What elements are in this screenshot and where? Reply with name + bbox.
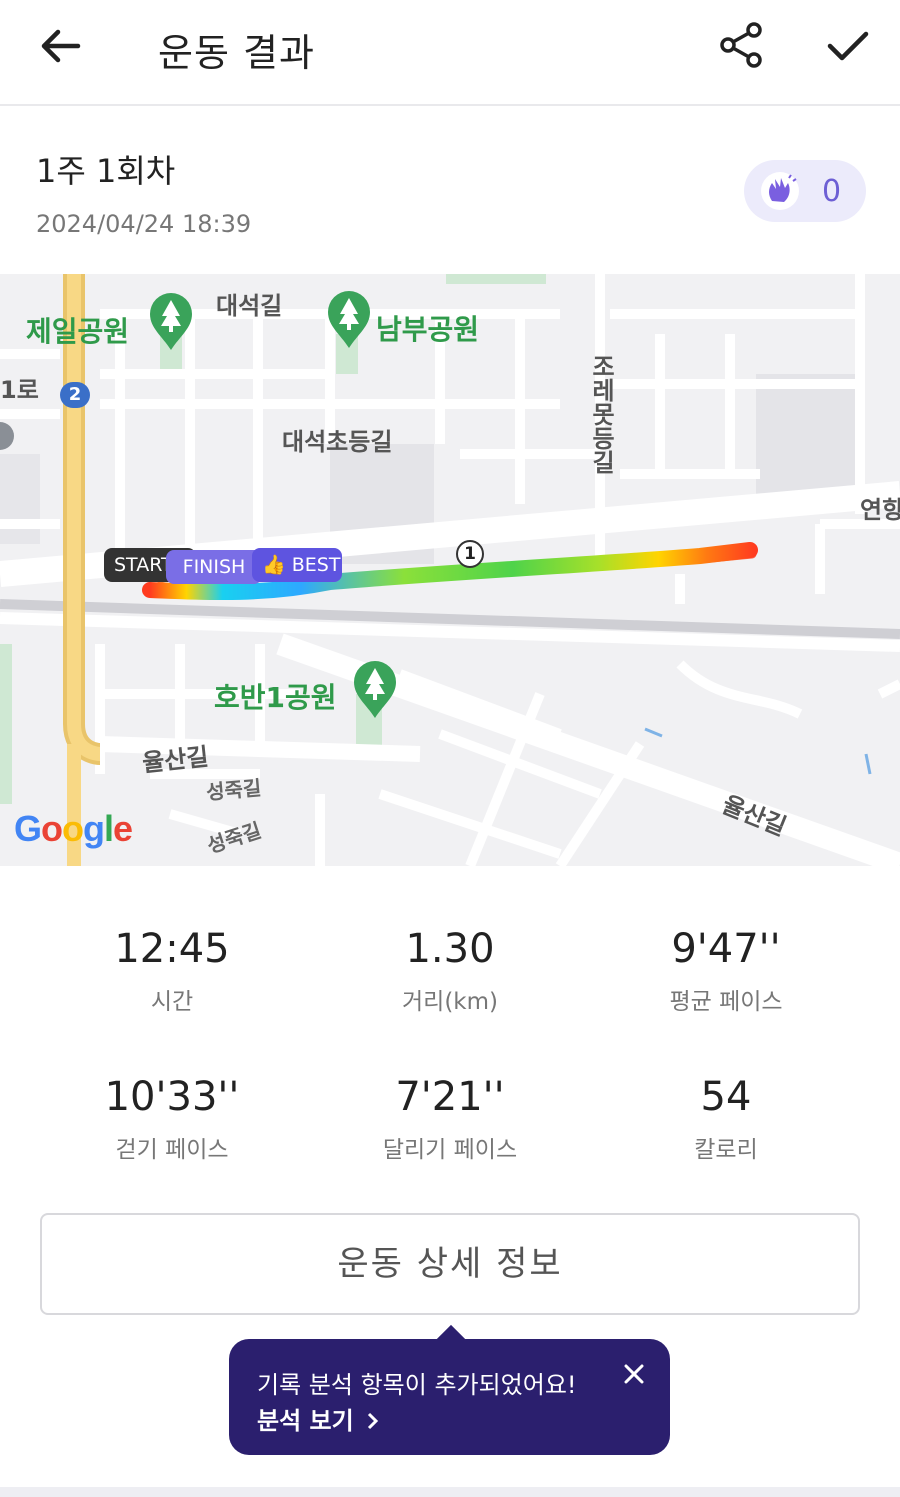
stat-avg-pace: 9'47'' 평균 페이스 [576,926,876,1016]
clap-button[interactable]: 0 [744,160,866,222]
map-label-road: 1로 [0,376,39,404]
clap-count: 0 [822,174,842,209]
session-datetime: 2024/04/24 18:39 [36,210,252,238]
stat-label: 달리기 페이스 [382,1137,518,1163]
park-pin-icon [354,661,396,718]
km-marker: 1 [456,540,484,568]
tooltip-arrow [436,1324,466,1354]
session-name: 1주 1회차 [36,152,176,190]
view-analysis-link[interactable]: 분석 보기 [257,1401,380,1436]
clap-hands-icon [761,172,799,210]
stat-time: 12:45 시간 [22,926,322,1016]
tooltip-message: 기록 분석 항목이 추가되었어요! [257,1371,577,1399]
stat-calories: 54 칼로리 [576,1074,876,1164]
stat-label: 걷기 페이스 [115,1137,229,1163]
best-label: BEST [291,554,341,576]
stat-value: 9'47'' [671,926,781,972]
stat-label: 거리(km) [402,989,498,1015]
stat-distance: 1.30 거리(km) [300,926,600,1016]
page-title: 운동 결과 [158,31,315,75]
map-label-road: 성죽길 [205,775,263,805]
stat-value: 7'21'' [395,1074,505,1120]
stat-walk-pace: 10'33'' 걷기 페이스 [22,1074,322,1164]
chevron-right-icon [367,1412,379,1430]
stat-value: 54 [700,1074,752,1120]
bottom-divider [0,1487,900,1497]
thumbs-up-icon: 👍 [262,554,286,576]
map-label-park: 호반1공원 [214,681,337,714]
stat-run-pace: 7'21'' 달리기 페이스 [300,1074,600,1164]
park-pin-icon [150,293,192,350]
map-label-road: 대석길 [216,292,283,320]
analysis-tooltip: 기록 분석 항목이 추가되었어요! 분석 보기 [229,1324,670,1455]
workout-detail-button[interactable]: 운동 상세 정보 [40,1213,860,1315]
stat-value: 1.30 [405,926,495,972]
map-label-road: 율산길 [140,742,210,778]
google-logo: Google [14,808,133,849]
app-bar: 운동 결과 [0,0,900,106]
park-pin-icon [328,291,370,348]
route-number-badge: 2 [60,382,90,408]
map-label-road: 연향 [860,496,900,524]
stat-label: 시간 [150,989,194,1015]
share-icon[interactable] [716,20,768,70]
stat-label: 칼로리 [694,1137,758,1163]
close-icon[interactable] [621,1361,647,1387]
stat-label: 평균 페이스 [669,989,783,1015]
check-icon[interactable] [822,24,872,68]
stat-value: 12:45 [114,926,230,972]
map-label-park: 남부공원 [376,313,480,346]
route-map[interactable]: 제일공원 남부공원 호반1공원 대석길 대석초등길 조레못등길 율산길 율산길 … [0,274,900,866]
view-analysis-label[interactable]: 분석 보기 [257,1407,354,1435]
route-finish-tag: FINISH [166,550,262,584]
map-label-road: 대석초등길 [282,428,393,456]
map-label-road: 조레못등길 [587,354,615,474]
stat-value: 10'33'' [104,1074,240,1120]
map-label-park: 제일공원 [26,315,130,348]
route-best-tag: 👍 BEST [252,548,342,582]
arrow-left-icon[interactable] [36,24,86,68]
